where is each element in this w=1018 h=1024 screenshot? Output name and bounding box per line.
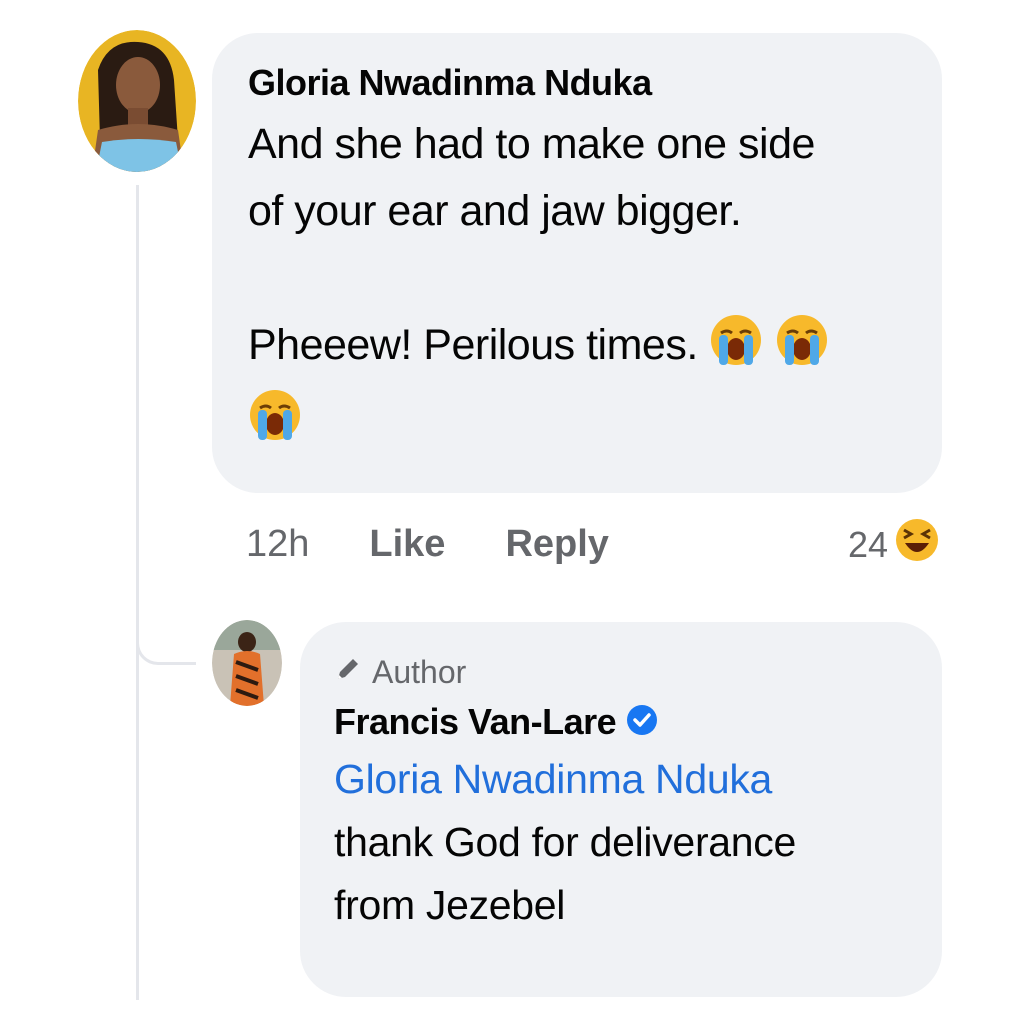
- avatar[interactable]: [212, 620, 282, 706]
- comment-bubble: Gloria Nwadinma Nduka And she had to mak…: [212, 33, 942, 493]
- author-badge: Author: [334, 652, 908, 692]
- reply-author-row: Francis Van-Lare: [334, 700, 908, 744]
- comment-actions: 12h Like Reply: [246, 523, 609, 566]
- comment-text: And she had to make one side of your ear…: [248, 111, 906, 462]
- comment-author-name[interactable]: Gloria Nwadinma Nduka: [248, 61, 906, 105]
- reply-button[interactable]: Reply: [505, 523, 608, 566]
- reply-author-name[interactable]: Francis Van-Lare: [334, 700, 617, 744]
- like-button[interactable]: Like: [369, 523, 445, 566]
- crying-face-icon: [775, 313, 829, 387]
- mention-link[interactable]: Gloria Nwadinma Nduka: [334, 748, 908, 811]
- comment-line: Pheeew! Perilous times.: [248, 321, 698, 369]
- comment-line: of your ear and jaw bigger.: [248, 187, 742, 235]
- reaction-summary[interactable]: 24: [848, 517, 940, 572]
- reply-text: Gloria Nwadinma Nduka thank God for deli…: [334, 748, 908, 937]
- laughing-face-icon: [894, 517, 940, 572]
- avatar[interactable]: [78, 30, 196, 172]
- pencil-icon: [334, 652, 362, 692]
- reply-line: from Jezebel: [334, 882, 566, 928]
- thread-line: [136, 185, 139, 1000]
- crying-face-icon: [248, 388, 302, 462]
- reply-line: thank God for deliverance: [334, 819, 796, 865]
- verified-badge-icon: [626, 704, 658, 741]
- comment-line: And she had to make one side: [248, 120, 815, 168]
- reaction-count: 24: [847, 523, 888, 565]
- author-badge-label: Author: [372, 654, 467, 690]
- thread-connector: [136, 625, 196, 665]
- comment-emoji-line: [248, 387, 906, 462]
- crying-face-icon: [709, 313, 763, 387]
- comment-timestamp[interactable]: 12h: [246, 523, 309, 566]
- reply-bubble: Author Francis Van-Lare Gloria Nwadinma …: [300, 622, 942, 997]
- comment-blank-line: [248, 245, 906, 312]
- comment-line-with-emoji: Pheeew! Perilous times.: [248, 312, 906, 387]
